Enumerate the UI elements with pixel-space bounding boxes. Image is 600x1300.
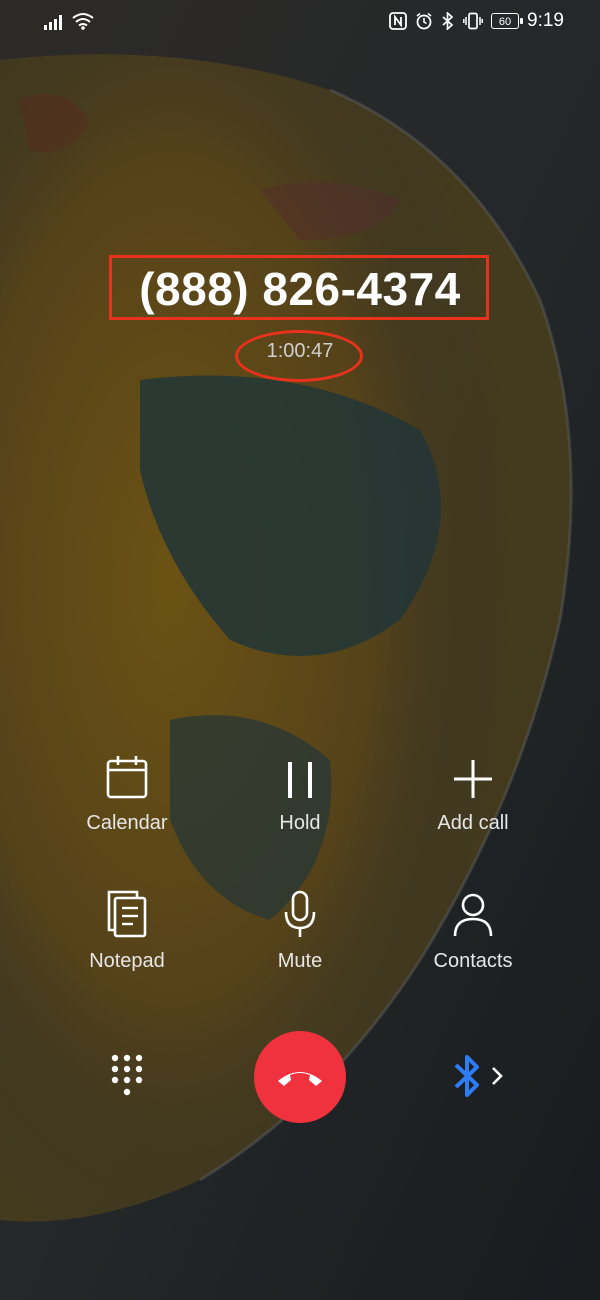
notepad-button[interactable]: Notepad (37, 884, 217, 973)
calendar-icon (106, 756, 148, 799)
status-bar: 60 9:19 (0, 0, 600, 44)
bluetooth-audio-button[interactable] (452, 1050, 522, 1102)
signal-icon (44, 15, 62, 30)
mute-button[interactable]: Mute (210, 884, 390, 973)
status-time: 9:19 (527, 10, 564, 31)
dialpad-button[interactable] (105, 1052, 149, 1100)
dialpad-icon (111, 1054, 143, 1096)
bluetooth-icon (454, 1055, 479, 1097)
nfc-icon (389, 12, 407, 30)
vibrate-icon (463, 12, 483, 30)
end-call-button[interactable] (254, 1031, 346, 1123)
contacts-button[interactable]: Contacts (383, 884, 563, 973)
number-highlight-box (109, 255, 489, 320)
hang-up-icon (278, 1072, 322, 1086)
mute-label: Mute (277, 950, 323, 972)
contacts-label: Contacts (433, 950, 513, 972)
alarm-icon (416, 12, 432, 30)
person-icon (453, 893, 493, 937)
calendar-button[interactable]: Calendar (37, 746, 217, 835)
wifi-icon (72, 13, 94, 30)
bluetooth-icon (442, 12, 454, 30)
hold-label: Hold (279, 812, 321, 834)
battery-icon: 60 (491, 13, 524, 29)
notepad-label: Notepad (89, 950, 165, 972)
hold-button[interactable]: Hold (210, 746, 390, 835)
add-call-label: Add call (437, 812, 509, 834)
status-left (44, 12, 94, 30)
microphone-icon (284, 890, 316, 937)
status-right: 60 9:19 (389, 10, 564, 32)
incall-screen: 60 9:19 (888) 826-4374 1:00:47 Calendar … (0, 0, 600, 1300)
duration-highlight-oval (235, 330, 363, 382)
calendar-label: Calendar (86, 812, 168, 834)
notepad-icon (107, 890, 147, 938)
plus-icon (454, 760, 492, 798)
add-call-button[interactable]: Add call (383, 746, 563, 835)
chevron-right-icon (492, 1067, 503, 1085)
pause-icon (288, 762, 312, 798)
